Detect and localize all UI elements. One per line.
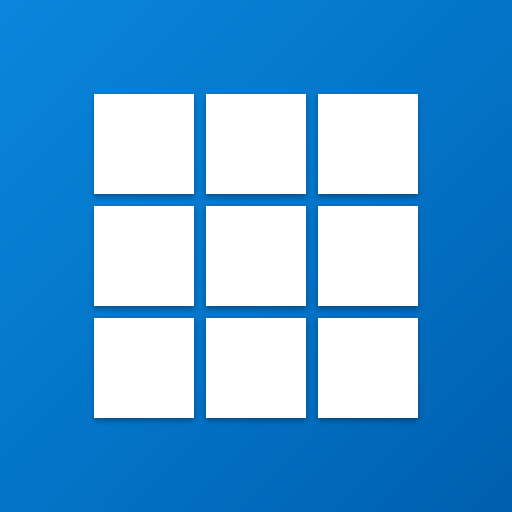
app-icon (0, 0, 512, 512)
tile-r1-c1 (94, 94, 194, 194)
tile-r3-c1 (94, 318, 194, 418)
tile-r2-c3 (318, 206, 418, 306)
tile-r3-c2 (206, 318, 306, 418)
tile-r1-c3 (318, 94, 418, 194)
grid-icon (94, 94, 418, 418)
tile-r2-c1 (94, 206, 194, 306)
tile-r2-c2 (206, 206, 306, 306)
tile-r3-c3 (318, 318, 418, 418)
tile-r1-c2 (206, 94, 306, 194)
